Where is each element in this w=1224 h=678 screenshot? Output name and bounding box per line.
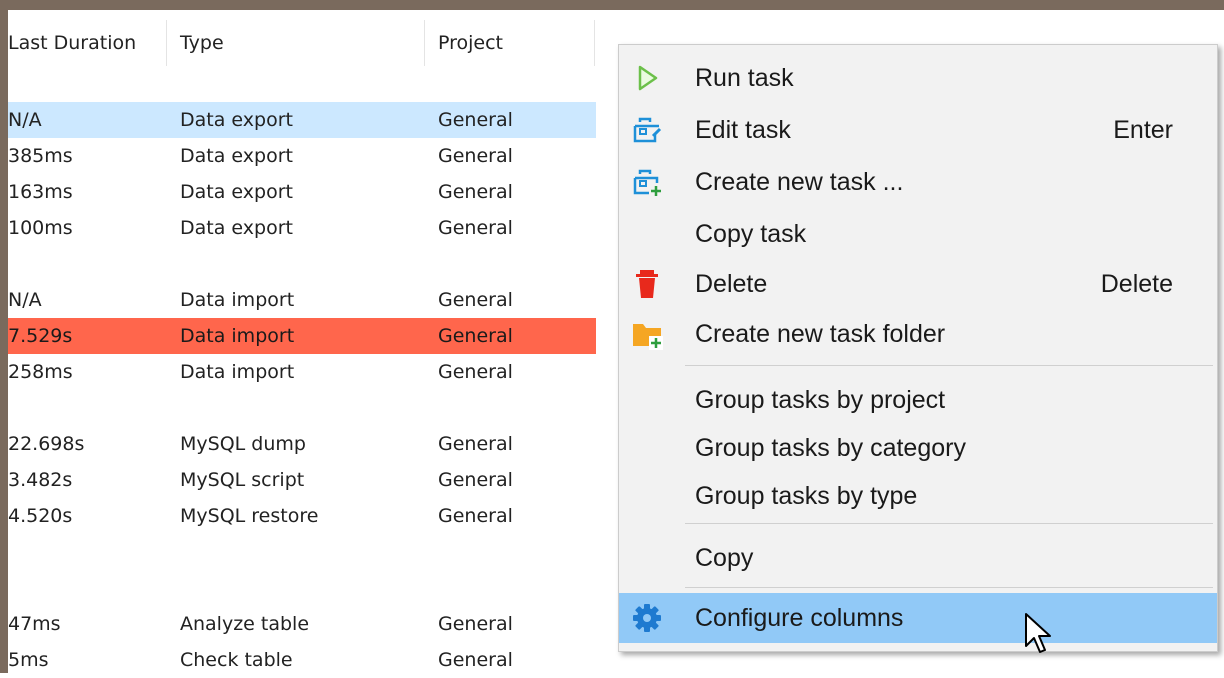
column-header-project[interactable]: Project [438,10,503,76]
context-menu: Run task Edit task Enter Create new task… [618,44,1218,652]
cell-project: General [438,181,513,203]
column-header-last-duration[interactable]: Last Duration [8,10,136,76]
menu-item-run-task[interactable]: Run task [619,53,1217,103]
cell-last-duration: 258ms [8,361,73,383]
menu-item-label: Configure columns [695,604,904,632]
column-header-type[interactable]: Type [180,10,224,76]
menu-item-group-by-project[interactable]: Group tasks by project [619,375,1217,425]
column-divider[interactable] [594,20,595,66]
edit-task-icon [633,117,662,143]
table-header: Last Duration Type Project [8,10,596,76]
menu-item-label: Create new task folder [695,320,946,348]
cell-project: General [438,469,513,491]
menu-item-label: Delete [695,270,768,298]
cell-last-duration: 163ms [8,181,73,203]
menu-item-label: Group tasks by project [695,386,946,414]
cell-type: Data import [180,325,295,347]
gear-icon [633,604,661,632]
menu-item-copy-task[interactable]: Copy task [619,209,1217,259]
table-row[interactable]: 100ms Data export General [8,210,596,246]
trash-icon [636,270,658,298]
menu-item-group-by-category[interactable]: Group tasks by category [619,423,1217,473]
menu-item-create-new-task[interactable]: Create new task ... [619,157,1217,207]
menu-item-label: Run task [695,64,794,92]
menu-item-label: Create new task ... [695,168,904,196]
menu-item-configure-columns[interactable]: Configure columns [619,593,1217,643]
cell-project: General [438,505,513,527]
cell-last-duration: 385ms [8,145,73,167]
cell-project: General [438,289,513,311]
column-divider[interactable] [424,20,425,66]
cell-type: MySQL script [180,469,305,491]
menu-item-group-by-type[interactable]: Group tasks by type [619,471,1217,521]
table-row[interactable]: 7.529s Data import General [8,318,596,354]
window-frame-top [0,0,1224,10]
table-row[interactable]: 258ms Data import General [8,354,596,390]
cell-type: Data export [180,145,293,167]
menu-item-shortcut: Enter [1113,116,1173,144]
cell-last-duration: 47ms [8,613,61,635]
table-row[interactable]: 4.520s MySQL restore General [8,498,596,534]
cell-type: MySQL dump [180,433,306,455]
cell-last-duration: 22.698s [8,433,85,455]
cell-last-duration: N/A [8,289,42,311]
table-row[interactable]: 385ms Data export General [8,138,596,174]
menu-item-label: Edit task [695,116,791,144]
cell-type: Data import [180,361,295,383]
table-row[interactable]: 22.698s MySQL dump General [8,426,596,462]
cell-project: General [438,217,513,239]
menu-separator [685,365,1213,366]
new-folder-icon [633,324,663,350]
cell-project: General [438,145,513,167]
menu-item-shortcut: Delete [1100,270,1173,298]
column-divider[interactable] [166,20,167,66]
cell-type: Data export [180,217,293,239]
menu-separator [685,523,1213,524]
menu-item-copy[interactable]: Copy [619,533,1217,583]
table-row[interactable]: N/A Data export General [8,102,596,138]
table-row[interactable]: N/A Data import General [8,282,596,318]
play-icon [638,65,658,91]
cell-project: General [438,433,513,455]
cell-last-duration: 4.520s [8,505,73,527]
cell-type: Data export [180,109,293,131]
cell-last-duration: 100ms [8,217,73,239]
cell-type: Data export [180,181,293,203]
menu-item-label: Copy task [695,220,807,248]
menu-item-delete[interactable]: Delete Delete [619,259,1217,309]
table-row[interactable]: 3.482s MySQL script General [8,462,596,498]
cell-last-duration: 3.482s [8,469,73,491]
window-frame-left [0,0,8,673]
menu-item-create-new-task-folder[interactable]: Create new task folder [619,309,1217,359]
cell-last-duration: 7.529s [8,325,73,347]
table-row[interactable]: 163ms Data export General [8,174,596,210]
cell-last-duration: N/A [8,109,42,131]
menu-separator [685,587,1213,588]
cell-project: General [438,325,513,347]
menu-item-label: Copy [695,544,754,572]
table-row[interactable]: 47ms Analyze table General [8,606,596,642]
cell-type: Data import [180,289,295,311]
new-task-icon [633,169,661,196]
cell-type: Analyze table [180,613,310,635]
cell-project: General [438,361,513,383]
cell-project: General [438,613,513,635]
menu-item-label: Group tasks by type [695,482,918,510]
mouse-pointer-icon [1025,613,1051,653]
menu-item-label: Group tasks by category [695,434,966,462]
menu-item-edit-task[interactable]: Edit task Enter [619,105,1217,155]
cell-type: MySQL restore [180,505,319,527]
cell-project: General [438,109,513,131]
